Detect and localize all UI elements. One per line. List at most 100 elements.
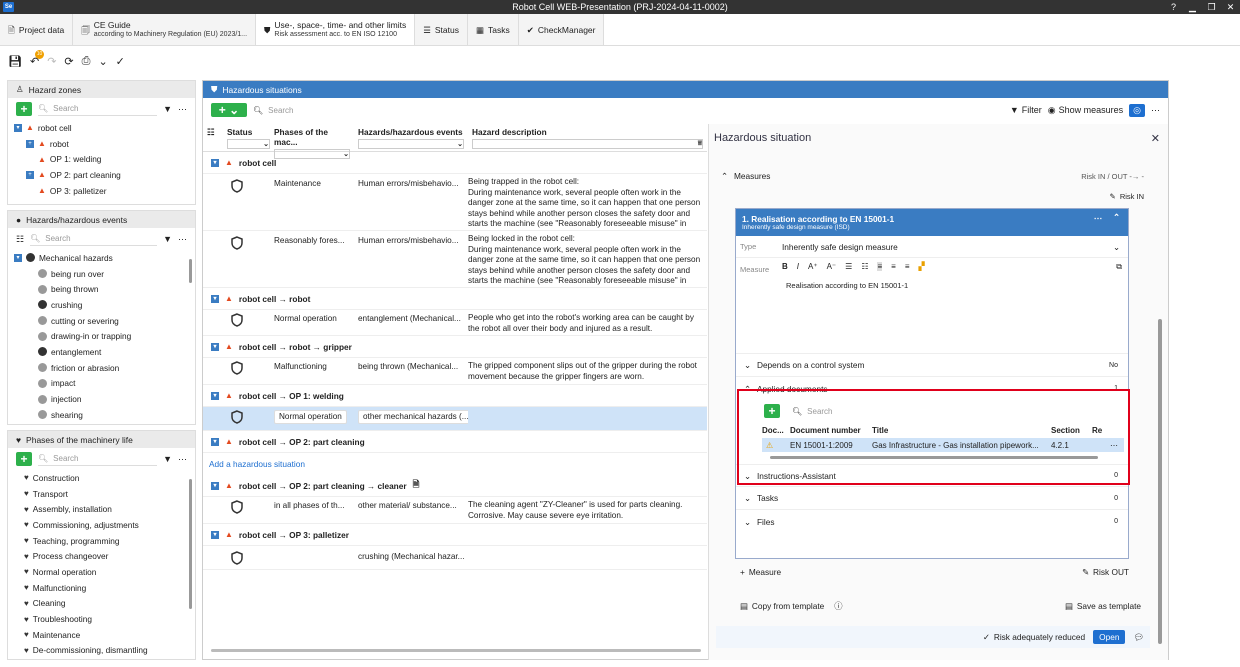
italic-icon[interactable]: I [797,262,799,271]
search-input[interactable]: 🔍︎ Search [38,452,158,466]
more-icon[interactable]: ⋯ [178,234,187,245]
measures-section-header[interactable]: ⌃ Measures Risk IN / OUT -→ - [709,166,1168,186]
chevron-down-icon[interactable]: ⌄ [98,55,107,68]
tree-view-icon[interactable]: ☷ [16,234,24,245]
table-row-selected[interactable]: Normal operation other mechanical hazard… [203,407,707,431]
filter-button[interactable]: ▼ Filter [1010,105,1042,115]
column-header[interactable]: Hazards/hazardous events ⌄ [354,124,468,151]
align-right-icon[interactable]: ≡ [905,262,910,271]
tree-item[interactable]: being thrown [14,281,195,297]
tab-checkmanager[interactable]: ✔ CheckManager [518,14,605,45]
horizontal-scrollbar[interactable] [211,649,701,652]
list-item[interactable]: ♥ Teaching, programming [24,533,195,549]
chevron-down-icon[interactable]: ⌄ [358,139,464,149]
numbered-list-icon[interactable]: ☷ [861,262,868,271]
tab-status[interactable]: ☰ Status [415,14,468,45]
list-item[interactable]: ♥ Transport [24,486,195,502]
collapse-icon[interactable]: ▾ [211,294,219,303]
redo-icon[interactable]: ↷ [47,55,56,68]
group-row[interactable]: ▾ ▲ robot cell → OP 2: part cleaning [203,431,707,453]
more-icon[interactable]: ⋯ [1151,105,1160,116]
table-row[interactable]: Normal operation entanglement (Mechanica… [203,310,707,336]
font-size-up-icon[interactable]: A⁺ [808,262,818,271]
search-input[interactable]: 🔍︎ Search [253,103,1004,117]
filter-icon[interactable]: ▼ [163,234,172,244]
chevron-up-icon[interactable]: ⌃ [721,171,728,181]
close-icon[interactable]: ✕ [1151,132,1160,145]
chevron-down-icon[interactable]: ⌄ [744,493,751,503]
type-field[interactable]: Type Inherently safe design measure ⌄ [736,236,1128,258]
table-row[interactable]: Reasonably fores... Human errors/misbeha… [203,231,707,288]
group-row[interactable]: ▾ ▲ robot cell → OP 2: part cleaning → cle… [203,475,707,497]
tree-item[interactable]: drawing-in or trapping [14,328,195,344]
align-left-icon[interactable]: ≡ [877,262,883,271]
collapse-icon[interactable]: ▾ [14,123,22,132]
list-item[interactable]: ♥ Normal operation [24,564,195,580]
tab-ce-guide[interactable]: 🗐 CE Guide according to Machinery Regulati… [73,14,257,45]
help-icon[interactable]: ? [1164,0,1183,14]
tree-item[interactable]: impact [14,376,195,392]
tree-item[interactable]: cutting or severing [14,313,195,329]
collapse-icon[interactable]: ▾ [211,391,219,400]
tree-item[interactable]: ▾ Mechanical hazards [14,250,195,266]
scrollbar[interactable] [189,259,192,283]
more-icon[interactable]: ⋯ [1094,213,1102,223]
measure-text[interactable]: Realisation according to EN 15001-1 [786,281,908,290]
tree-item[interactable]: entanglement [14,344,195,360]
table-row[interactable]: crushing (Mechanical hazar... [203,546,707,570]
files-section[interactable]: ⌄ Files 0 [736,510,1128,533]
more-icon[interactable]: ⋯ [178,454,187,465]
chevron-down-icon[interactable]: ⌄ [274,149,350,159]
expand-icon[interactable]: + [26,139,34,148]
group-row[interactable]: ▾ ▲ robot cell → OP 3: palletizer [203,524,707,546]
print-icon[interactable]: ⎙ [82,55,91,68]
chevron-down-icon[interactable]: ⌄ [227,139,270,149]
group-row[interactable]: ▾ ▲ robot cell → OP 1: welding [203,385,707,407]
tree-item[interactable]: crushing [14,297,195,313]
depends-section[interactable]: ⌄ Depends on a control system No [736,354,1128,377]
add-situation-button[interactable]: + ⌄ [211,103,247,117]
save-icon[interactable]: 💾︎ [8,55,22,68]
collapse-icon[interactable]: ▾ [14,253,22,262]
tree-item[interactable]: ▲ OP 1: welding [14,151,195,167]
expand-icon[interactable]: + [26,170,34,179]
copy-template-button[interactable]: ▤ Copy from template [740,601,824,611]
risk-in-button[interactable]: ✎ Risk IN [709,186,1168,206]
tab-project-data[interactable]: 🗎 Project data [0,14,74,45]
phase-cell[interactable]: Normal operation [270,409,354,428]
add-situation-link[interactable]: Add a hazardous situation [203,453,707,475]
list-item[interactable]: ♥ Commissioning, adjustments [24,517,195,533]
list-item[interactable]: ♥ Malfunctioning [24,580,195,596]
group-row[interactable]: ▾ ▲ robot cell → robot [203,288,707,310]
list-item[interactable]: ♥ Cleaning [24,596,195,612]
minimize-icon[interactable]: ▁ [1183,0,1202,14]
tree-item[interactable]: injection [14,391,195,407]
chevron-down-icon[interactable]: ⌄ [1113,242,1120,252]
list-item[interactable]: ♥ Troubleshooting [24,611,195,627]
column-header[interactable]: Hazard description ⩸ [468,124,707,151]
collapse-icon[interactable]: ▾ [211,437,219,446]
filter-icon[interactable]: ⩸ [472,139,703,149]
risk-out-button[interactable]: ✎ Risk OUT [1082,567,1129,577]
filter-icon[interactable]: ▼ [163,454,172,464]
add-button[interactable]: + [16,102,32,116]
collapse-icon[interactable]: ▾ [211,530,219,539]
hide-toggle-icon[interactable]: ◎ [1129,103,1145,117]
comment-icon[interactable]: 💬︎ [1133,632,1144,643]
list-item[interactable]: ♥ De-commissioning, dismantling [24,643,195,659]
measure-card-header[interactable]: 1. Realisation according to EN 15001-1 I… [736,209,1128,236]
chevron-up-icon[interactable]: ⌃ [1113,212,1120,222]
collapse-icon[interactable]: ▾ [211,481,219,490]
column-header[interactable]: Phases of the mac... ⌄ [270,124,354,159]
add-button[interactable]: + [16,452,32,466]
tree-item[interactable]: ▲ OP 3: palletizer [14,183,195,199]
restore-icon[interactable]: ❐ [1202,0,1221,14]
collapse-icon[interactable]: ▾ [211,342,219,351]
scrollbar[interactable] [1158,319,1162,644]
info-icon[interactable]: ⓘ [834,600,842,612]
list-item[interactable]: ♥ Maintenance [24,627,195,643]
hazard-cell[interactable]: other mechanical hazards (... [354,409,468,428]
filter-icon[interactable]: ▼ [163,104,172,114]
tasks-section[interactable]: ⌄ Tasks 0 [736,487,1128,510]
bullet-list-icon[interactable]: ☰ [845,262,852,271]
